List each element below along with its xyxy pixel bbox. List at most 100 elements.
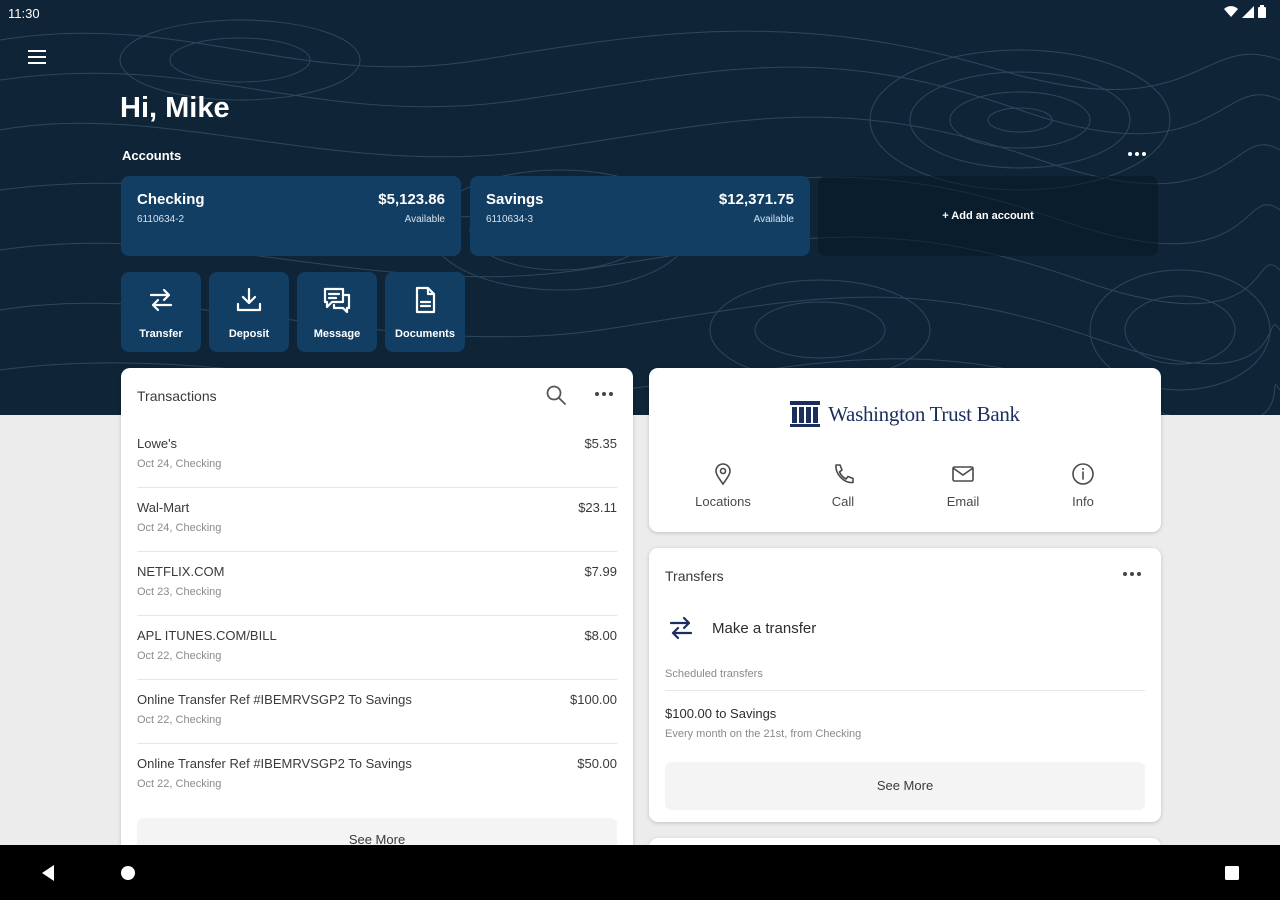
deposit-action-button[interactable]: Deposit: [209, 272, 289, 352]
contact-label: Info: [1072, 494, 1094, 509]
add-account-button[interactable]: + Add an account: [818, 176, 1158, 256]
divider: [665, 690, 1145, 691]
system-navigation-bar: [0, 845, 1280, 900]
battery-icon: [1258, 5, 1266, 18]
transaction-row[interactable]: Wal-Mart Oct 24, Checking $23.11: [137, 488, 617, 552]
hamburger-menu-button[interactable]: [24, 44, 50, 70]
transaction-meta: Oct 22, Checking: [137, 714, 222, 726]
transaction-meta: Oct 22, Checking: [137, 778, 222, 790]
transaction-amount: $5.35: [584, 436, 617, 451]
status-time: 11:30: [8, 6, 40, 21]
location-pin-icon: [715, 463, 731, 486]
contact-label: Call: [831, 494, 855, 509]
document-icon: [415, 286, 436, 314]
account-name: Checking: [137, 191, 205, 208]
transaction-amount: $50.00: [577, 756, 617, 771]
transaction-row[interactable]: NETFLIX.COM Oct 23, Checking $7.99: [137, 552, 617, 616]
action-label: Deposit: [228, 328, 270, 340]
transaction-amount: $7.99: [584, 564, 617, 579]
signal-icon: [1242, 5, 1254, 18]
transaction-description: Online Transfer Ref #IBEMRVSGP2 To Savin…: [137, 756, 412, 771]
transaction-amount: $8.00: [584, 628, 617, 643]
transaction-description: Lowe's: [137, 436, 178, 451]
transaction-meta: Oct 23, Checking: [137, 586, 222, 598]
info-button[interactable]: Info: [1023, 462, 1143, 522]
recents-button[interactable]: [1220, 861, 1244, 885]
bank-logo: Washington Trust Bank: [649, 401, 1161, 427]
status-bar: 11:30: [0, 0, 1280, 26]
hero-banner: 11:30 Hi, Mike Accounts Checking 6110634…: [0, 0, 1280, 415]
call-button[interactable]: Call: [783, 462, 903, 522]
message-action-button[interactable]: Message: [297, 272, 377, 352]
transaction-description: NETFLIX.COM: [137, 564, 225, 579]
scheduled-transfer-item[interactable]: $100.00 to Savings Every month on the 21…: [665, 698, 1145, 748]
mail-icon: [952, 466, 974, 482]
home-circle-icon: [121, 866, 135, 880]
scheduled-transfer-title: $100.00 to Savings: [665, 706, 777, 721]
transactions-more-button[interactable]: [591, 384, 617, 404]
transaction-amount: $23.11: [578, 500, 617, 515]
transfers-title: Transfers: [665, 568, 724, 584]
accounts-heading: Accounts: [122, 148, 182, 163]
transaction-meta: Oct 22, Checking: [137, 650, 222, 662]
account-card-checking[interactable]: Checking 6110634-2 $5,123.86 Available: [121, 176, 461, 256]
status-icons: [1224, 5, 1266, 18]
action-label: Message: [313, 328, 361, 340]
wifi-icon: [1224, 5, 1238, 17]
more-horizontal-icon: [595, 392, 613, 396]
message-icon: [323, 287, 351, 314]
transaction-description: APL ITUNES.COM/BILL: [137, 628, 277, 643]
transaction-row[interactable]: Online Transfer Ref #IBEMRVSGP2 To Savin…: [137, 744, 617, 808]
more-horizontal-icon: [1123, 572, 1141, 576]
recents-square-icon: [1225, 866, 1239, 880]
account-number: 6110634-2: [137, 214, 185, 225]
home-button[interactable]: [116, 861, 140, 885]
transfers-see-more-button[interactable]: See More: [665, 762, 1145, 810]
more-horizontal-icon: [1128, 152, 1146, 156]
search-icon: [546, 385, 566, 405]
transaction-meta: Oct 24, Checking: [137, 522, 222, 534]
account-balance: $5,123.86: [378, 191, 445, 208]
balance-label: Available: [404, 214, 445, 225]
download-icon: [236, 287, 262, 312]
transaction-description: Online Transfer Ref #IBEMRVSGP2 To Savin…: [137, 692, 412, 707]
transfer-icon: [149, 288, 173, 312]
transaction-amount: $100.00: [570, 692, 617, 707]
balance-label: Available: [753, 214, 794, 225]
info-icon: [1072, 463, 1094, 485]
transaction-meta: Oct 24, Checking: [137, 458, 222, 470]
contact-label: Locations: [695, 494, 751, 509]
scheduled-transfer-detail: Every month on the 21st, from Checking: [665, 728, 862, 740]
transactions-card: Transactions Lowe's Oct 24, Checking $5.…: [121, 368, 633, 868]
transfer-icon: [669, 616, 693, 640]
transactions-title: Transactions: [137, 388, 217, 404]
locations-button[interactable]: Locations: [663, 462, 783, 522]
documents-action-button[interactable]: Documents: [385, 272, 465, 352]
transaction-row[interactable]: APL ITUNES.COM/BILL Oct 22, Checking $8.…: [137, 616, 617, 680]
greeting-heading: Hi, Mike: [120, 92, 230, 124]
make-transfer-label: Make a transfer: [712, 620, 817, 637]
account-name: Savings: [486, 191, 544, 208]
transaction-row[interactable]: Lowe's Oct 24, Checking $5.35: [137, 424, 617, 488]
transactions-search-button[interactable]: [545, 384, 569, 408]
account-number: 6110634-3: [486, 214, 534, 225]
make-transfer-button[interactable]: Make a transfer: [665, 608, 1145, 648]
account-card-savings[interactable]: Savings 6110634-3 $12,371.75 Available: [470, 176, 810, 256]
transaction-row[interactable]: Online Transfer Ref #IBEMRVSGP2 To Savin…: [137, 680, 617, 744]
bank-contact-card: Washington Trust Bank Locations Call Ema…: [649, 368, 1161, 532]
scheduled-transfers-label: Scheduled transfers: [665, 668, 763, 680]
action-label: Transfer: [139, 328, 183, 340]
transaction-description: Wal-Mart: [137, 500, 190, 515]
phone-icon: [835, 464, 854, 484]
back-triangle-icon: [42, 865, 54, 881]
email-button[interactable]: Email: [903, 462, 1023, 522]
back-button[interactable]: [36, 861, 60, 885]
transfer-action-button[interactable]: Transfer: [121, 272, 201, 352]
action-label: Documents: [395, 328, 455, 340]
menu-icon: [28, 50, 46, 64]
account-balance: $12,371.75: [718, 191, 794, 208]
accounts-more-button[interactable]: [1124, 144, 1150, 164]
bank-name: Washington Trust Bank: [828, 401, 1020, 426]
transfers-more-button[interactable]: [1119, 564, 1145, 584]
bank-building-icon: [790, 401, 821, 427]
